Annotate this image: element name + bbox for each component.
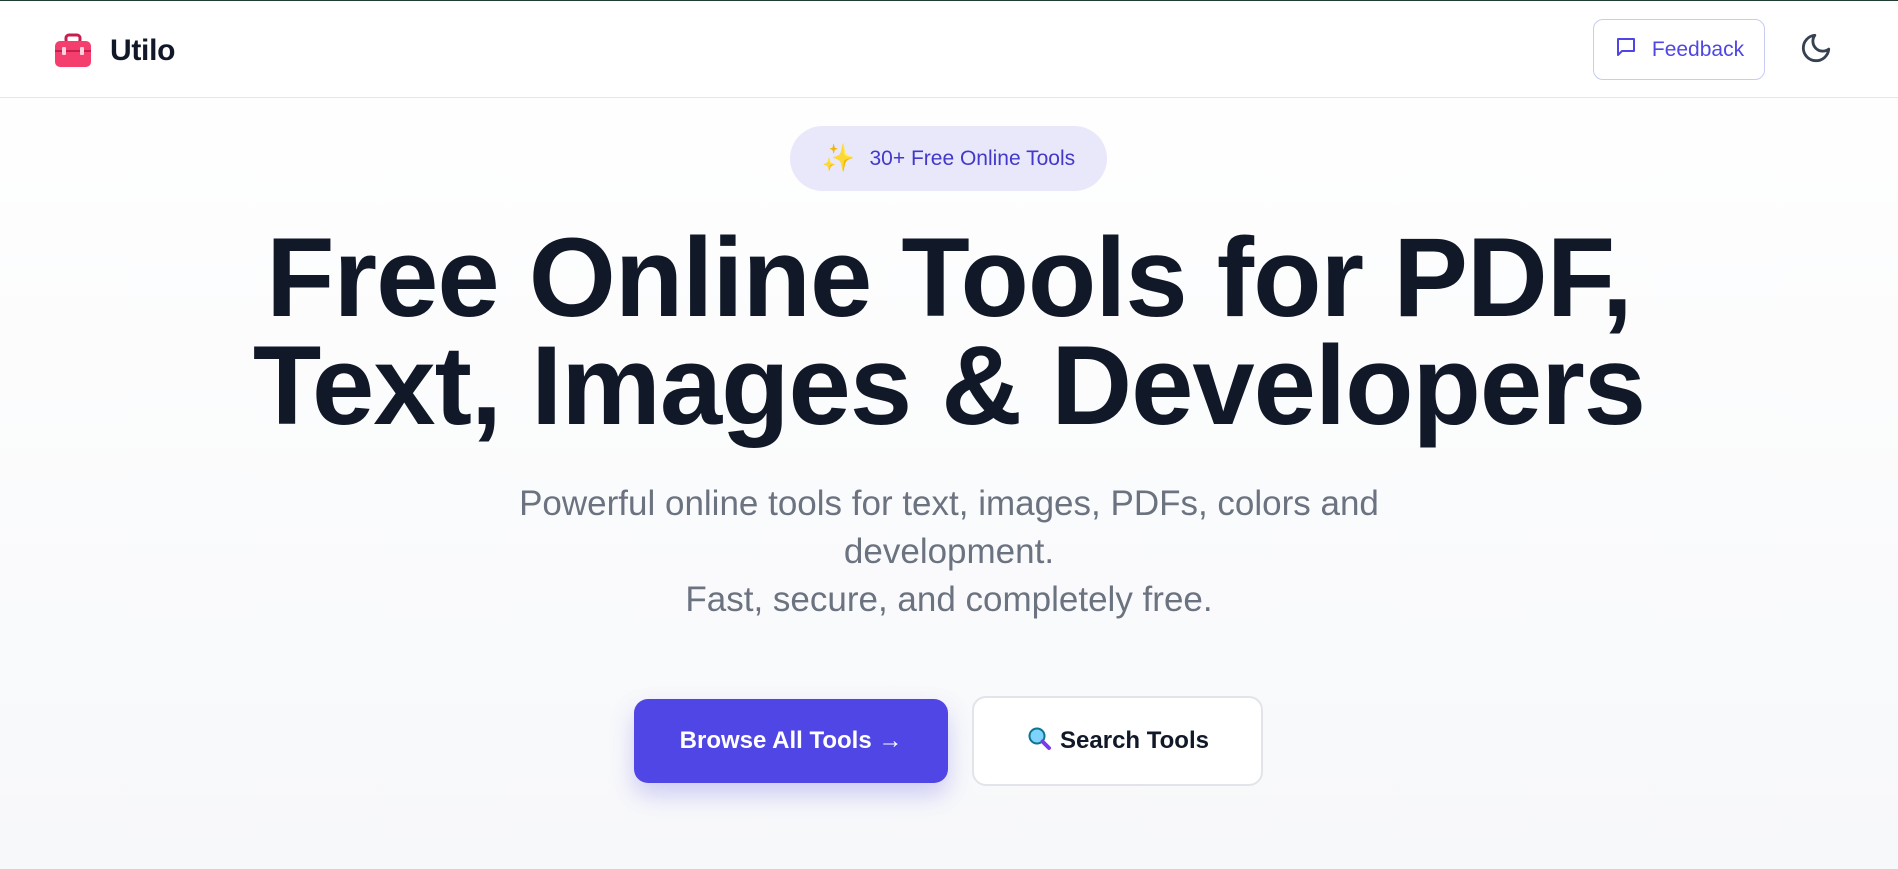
theme-toggle-button[interactable] [1797,31,1835,69]
badge-label: 30+ Free Online Tools [869,146,1076,170]
feedback-label: Feedback [1651,37,1745,61]
brand-name: Utilo [110,34,176,67]
search-tools-label: Search Tools [1060,727,1209,754]
magnifying-glass-icon [1026,725,1052,758]
feedback-button[interactable]: Feedback [1593,19,1765,80]
hero-title-line1: Free Online Tools for PDF, [266,215,1633,340]
hero-subtitle: Powerful online tools for text, images, … [449,480,1449,624]
hero-subtitle-line1: Powerful online tools for text, images, … [519,484,1379,571]
moon-icon [1799,31,1833,70]
toolbox-icon [54,33,92,69]
tools-count-badge: ✨ 30+ Free Online Tools [790,126,1107,191]
search-tools-button[interactable]: Search Tools [972,696,1263,786]
hero-title-line2: Text, Images & Developers [252,323,1646,448]
message-square-icon [1614,35,1638,65]
hero-subtitle-line2: Fast, secure, and completely free. [685,580,1213,619]
hero-title: Free Online Tools for PDF, Text, Images … [0,222,1898,442]
brand-logo[interactable]: Utilo [54,31,175,71]
sparkles-icon: ✨ [821,143,856,173]
site-header: Utilo Feedback [0,1,1898,98]
browse-all-tools-button[interactable]: Browse All Tools → [634,699,948,783]
